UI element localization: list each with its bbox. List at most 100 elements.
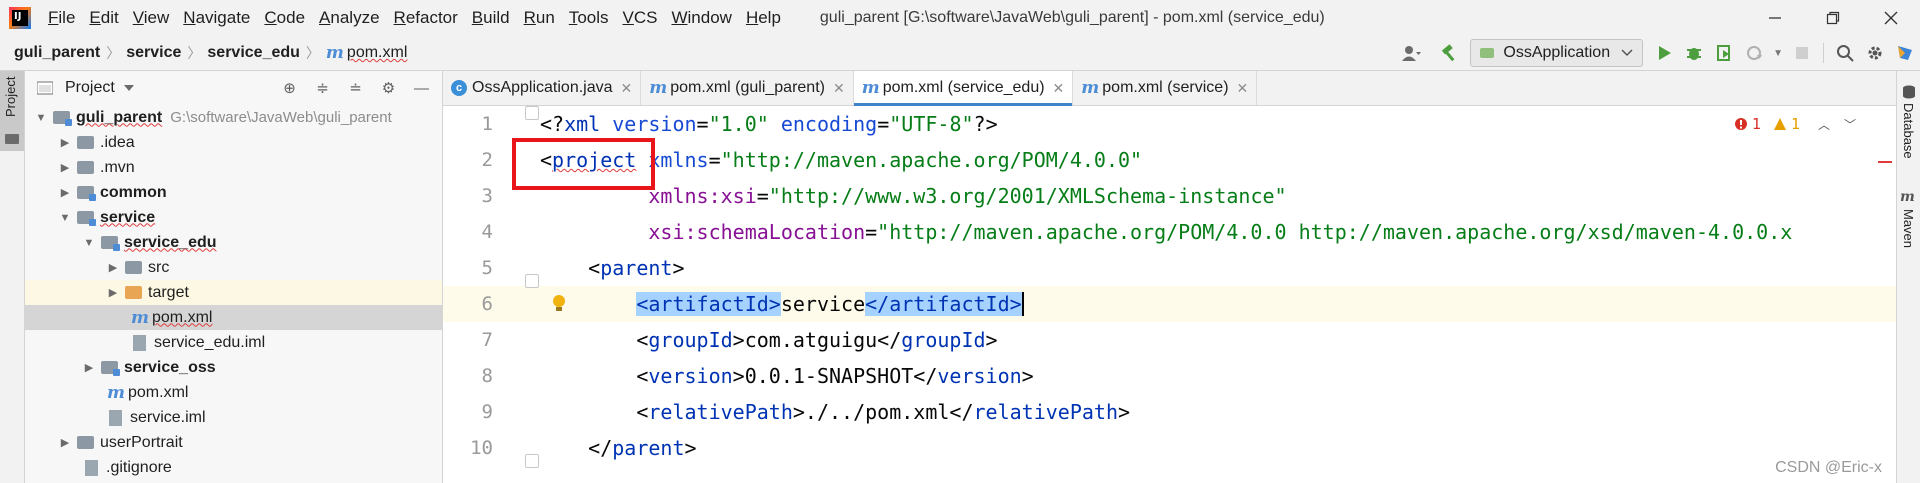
tree-item-service[interactable]: ▼ service [25, 205, 442, 230]
menu-window[interactable]: Window [664, 8, 738, 28]
menu-tools[interactable]: Tools [562, 8, 616, 28]
close-tab-icon[interactable]: ✕ [1237, 80, 1249, 97]
code-token: version [600, 112, 697, 136]
close-window-button[interactable] [1862, 0, 1920, 36]
breadcrumb-pom-xml[interactable]: pom.xml [347, 44, 407, 62]
chevron-up-icon[interactable]: ︿ [1818, 116, 1830, 133]
error-stripe-mark[interactable] [1878, 161, 1892, 163]
fold-marker-icon[interactable] [525, 106, 539, 120]
menu-code[interactable]: Code [257, 8, 312, 28]
debug-icon[interactable] [1679, 38, 1709, 68]
tab-ossapplication-java[interactable]: c OssApplication.java ✕ [443, 71, 642, 105]
tree-item-target[interactable]: ▶ target [25, 280, 442, 305]
code-token: > [985, 328, 998, 352]
chevron-down-icon[interactable] [123, 83, 135, 93]
chevron-down-icon[interactable]: ▼ [1773, 48, 1783, 59]
run-icon[interactable] [1649, 38, 1679, 68]
tree-item-service-edu-iml[interactable]: service_edu.iml [25, 330, 442, 355]
chevron-down-icon[interactable]: ▼ [57, 212, 73, 224]
minimize-button[interactable] [1746, 0, 1804, 36]
code-line-8: 8 <version>0.0.1-SNAPSHOT</version> [443, 358, 1896, 394]
hide-minus-icon[interactable]: — [405, 80, 438, 97]
tree-item-service-edu[interactable]: ▼ service_edu [25, 230, 442, 255]
build-hammer-icon[interactable] [1434, 38, 1464, 68]
tree-item-label: target [148, 283, 189, 301]
project-panel-title[interactable]: Project [65, 79, 115, 97]
tree-item-idea[interactable]: ▶ .idea [25, 130, 442, 155]
fold-marker-icon[interactable] [525, 454, 539, 468]
chevron-down-icon[interactable]: ▼ [33, 112, 49, 124]
code-token: "http://maven.apache.org/POM/4.0.0" [720, 148, 1143, 172]
menu-run[interactable]: Run [517, 8, 562, 28]
maven-tool-tab[interactable]: Maven [1901, 209, 1916, 248]
tree-item-service-iml[interactable]: service.iml [25, 405, 442, 430]
project-tool-tab[interactable]: Project [0, 71, 24, 151]
jetbrains-toolbox-icon[interactable] [1890, 38, 1920, 68]
restore-button[interactable] [1804, 0, 1862, 36]
inspection-widget[interactable]: 1 1 ︿ ﹀ [1734, 106, 1856, 142]
breadcrumb-service[interactable]: service [126, 44, 181, 62]
tree-item-pom-xml-selected[interactable]: m pom.xml [25, 305, 442, 330]
fold-marker-icon[interactable] [525, 274, 539, 288]
chevron-right-icon[interactable]: ▶ [57, 161, 73, 174]
chevron-right-icon[interactable]: ▶ [57, 436, 73, 449]
tree-item-gitignore[interactable]: .gitignore [25, 455, 442, 480]
menu-edit[interactable]: Edit [82, 8, 125, 28]
chevron-down-icon[interactable]: ﹀ [1844, 116, 1856, 133]
tab-pom-service-edu[interactable]: m pom.xml (service_edu) ✕ [853, 71, 1074, 106]
tree-item-userportrait[interactable]: ▶ userPortrait [25, 430, 442, 455]
menu-view[interactable]: View [126, 8, 177, 28]
chevron-right-icon[interactable]: ▶ [57, 136, 73, 149]
tree-item-service-oss[interactable]: ▶ service_oss [25, 355, 442, 380]
code-text: <artifactId>service</artifactId> [540, 292, 1024, 316]
tree-item-service-pom-xml[interactable]: m pom.xml [25, 380, 442, 405]
close-tab-icon[interactable]: ✕ [1053, 80, 1065, 97]
tree-item-common[interactable]: ▶ common [25, 180, 442, 205]
settings-gear-icon[interactable]: ⚙ [372, 79, 405, 97]
menu-help[interactable]: Help [739, 8, 788, 28]
iml-file-icon [133, 334, 146, 351]
code-line-5: 5 <parent> [443, 250, 1896, 286]
module-folder-icon [53, 111, 72, 126]
tree-item-guli-parent[interactable]: ▼ guli_parent G:\software\JavaWeb\guli_p… [25, 105, 442, 130]
stop-icon[interactable] [1787, 38, 1817, 68]
close-tab-icon[interactable]: ✕ [621, 80, 633, 97]
expand-all-icon[interactable]: ≑ [306, 79, 339, 97]
settings-gear-icon[interactable] [1860, 38, 1890, 68]
search-icon[interactable] [1830, 38, 1860, 68]
code-token: = [708, 148, 721, 172]
menu-refactor[interactable]: Refactor [387, 8, 465, 28]
chevron-right-icon: 〉 [305, 45, 320, 61]
tab-pom-guli-parent[interactable]: m pom.xml (guli_parent) ✕ [641, 71, 854, 105]
breadcrumb-guli-parent[interactable]: guli_parent [14, 44, 100, 62]
chevron-right-icon[interactable]: ▶ [57, 186, 73, 199]
locate-target-icon[interactable]: ⊕ [273, 79, 306, 97]
chevron-right-icon[interactable]: ▶ [81, 361, 97, 374]
code-editor[interactable]: 1 <?xml version="1.0" encoding="UTF-8"?>… [443, 106, 1896, 483]
chevron-right-icon[interactable]: ▶ [105, 261, 121, 274]
run-configuration-select[interactable]: OssApplication [1470, 39, 1644, 67]
menu-bar: IJ File Edit View Navigate Code Analyze … [0, 0, 1920, 36]
tree-item-src[interactable]: ▶ src [25, 255, 442, 280]
chevron-right-icon[interactable]: ▶ [105, 286, 121, 299]
folder-icon [77, 136, 94, 149]
code-text: <parent> [540, 256, 684, 280]
breadcrumb-service-edu[interactable]: service_edu [207, 44, 300, 62]
close-tab-icon[interactable]: ✕ [833, 80, 845, 97]
profiler-icon[interactable] [1739, 38, 1769, 68]
code-token: </artifactId> [865, 292, 1022, 316]
collapse-all-icon[interactable]: ≐ [339, 79, 372, 97]
user-vcs-icon[interactable] [1396, 38, 1426, 68]
window-title: guli_parent [G:\software\JavaWeb\guli_pa… [819, 9, 1325, 26]
database-tool-tab[interactable]: Database [1901, 103, 1916, 159]
tree-item-mvn[interactable]: ▶ .mvn [25, 155, 442, 180]
menu-analyze[interactable]: Analyze [312, 8, 386, 28]
coverage-icon[interactable] [1709, 38, 1739, 68]
menu-build[interactable]: Build [465, 8, 517, 28]
chevron-down-icon[interactable]: ▼ [81, 237, 97, 249]
tab-pom-service[interactable]: m pom.xml (service) ✕ [1073, 71, 1258, 105]
menu-file[interactable]: File [41, 8, 82, 28]
menu-vcs[interactable]: VCS [616, 8, 665, 28]
menu-navigate[interactable]: Navigate [176, 8, 257, 28]
